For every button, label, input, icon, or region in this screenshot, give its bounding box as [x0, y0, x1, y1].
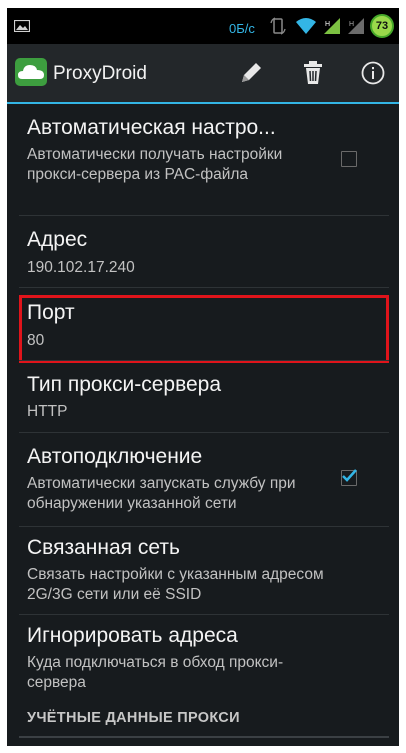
- pref-title: Тип прокси-сервера: [27, 373, 222, 396]
- section-divider: [19, 736, 389, 738]
- pref-title: Игнорировать адреса: [27, 624, 238, 647]
- pref-summary: Автоматически получать настройки прокси-…: [27, 146, 283, 183]
- section-header: УЧЁТНЫЕ ДАННЫЕ ПРОКСИ: [27, 710, 240, 726]
- divider: [19, 432, 389, 433]
- pref-summary: 190.102.17.240: [27, 259, 135, 276]
- edit-button[interactable]: [233, 56, 269, 90]
- info-button[interactable]: [355, 56, 391, 90]
- auto-config-checkbox[interactable]: [341, 151, 357, 167]
- picture-icon: [14, 20, 30, 32]
- pref-title: Адрес: [27, 228, 88, 251]
- rotate-icon: [270, 17, 286, 35]
- pref-title: Автоподключение: [27, 445, 203, 468]
- divider: [19, 287, 389, 288]
- divider: [19, 526, 389, 527]
- status-bar: 0Б/с H H 73: [7, 8, 399, 44]
- delete-button[interactable]: [295, 56, 331, 90]
- app-title: ProxyDroid: [53, 63, 147, 84]
- pref-summary: Куда подключаться в обход прокси-сервера: [27, 654, 284, 691]
- signal-icon: H: [324, 18, 340, 34]
- pref-summary: HTTP: [27, 403, 68, 420]
- battery-icon: 73: [370, 14, 394, 38]
- cloud-app-icon: [15, 58, 47, 86]
- signal-icon-2: H: [348, 18, 364, 34]
- pref-summary: Связать настройки с указанным адресом 2G…: [27, 566, 324, 603]
- pref-title: Автоматическая настро...: [27, 116, 276, 139]
- pref-title: Связанная сеть: [27, 536, 180, 559]
- divider: [19, 215, 389, 216]
- pref-summary: Автоматически запускать службу при обнар…: [27, 475, 296, 512]
- network-speed: 0Б/с: [229, 21, 255, 36]
- edit-icon: [242, 63, 261, 82]
- action-bar: ProxyDroid: [7, 44, 399, 104]
- info-icon: [361, 61, 385, 85]
- svg-text:H: H: [349, 21, 354, 28]
- auto-connect-checkbox[interactable]: [341, 469, 357, 486]
- divider: [19, 360, 389, 361]
- checkmark-icon: [342, 469, 357, 482]
- divider: [19, 614, 389, 615]
- android-screen: 0Б/с H H 73 ProxyDroid Автоматическая на…: [7, 8, 399, 746]
- delete-icon: [304, 61, 322, 84]
- wifi-icon: [296, 18, 316, 34]
- highlight-box: [19, 295, 389, 363]
- svg-text:H: H: [325, 21, 330, 28]
